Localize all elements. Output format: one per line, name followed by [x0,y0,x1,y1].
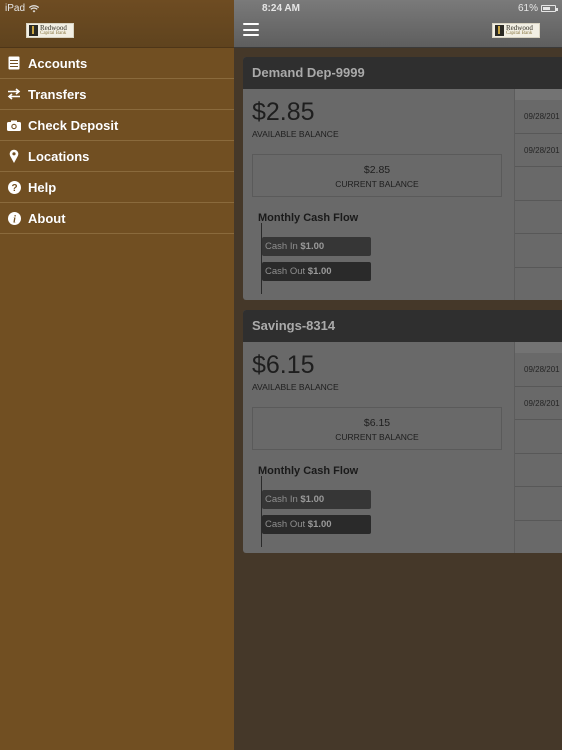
transaction-row[interactable] [515,268,562,301]
svg-text:?: ? [11,183,17,194]
transaction-row[interactable]: 09/28/201 [515,353,562,387]
sidebar: Redwood Capital Bank Accounts Transfers … [0,0,234,750]
sidebar-item-label: About [28,210,66,226]
current-balance: $2.85 [363,164,391,176]
transaction-row[interactable] [515,454,562,487]
sidebar-item-label: Transfers [28,86,87,102]
cash-flow-title: Monthly Cash Flow [258,465,359,477]
sidebar-item-label: Help [28,179,57,195]
help-icon: ? [7,180,21,194]
status-time: 8:24 AM [262,3,300,14]
bank-logo: Redwood Capital Bank [26,23,74,38]
logo-line2: Capital Bank [40,30,67,36]
cash-out-value: $1.00 [307,266,332,277]
bank-logo: Redwood Capital Bank [492,23,540,38]
account-name[interactable]: Savings-8314 [243,310,562,342]
location-pin-icon [7,149,21,163]
logo-mark-icon [495,25,504,36]
cash-flow-axis [261,476,262,547]
transactions-header [515,89,562,100]
available-balance-label: AVAILABLE BALANCE [252,382,339,392]
cash-out-label: Cash Out [265,519,306,530]
available-balance-label: AVAILABLE BALANCE [252,129,339,139]
transaction-row[interactable] [515,420,562,454]
cash-out-bar: Cash Out $1.00 [262,515,371,534]
hamburger-icon-line [243,23,259,25]
cash-out-value: $1.00 [307,519,332,530]
cash-flow-axis [261,223,262,294]
sidebar-item-help[interactable]: ? Help [0,172,234,203]
cash-in-bar: Cash In $1.00 [262,237,371,256]
transaction-row[interactable]: 09/28/201 [515,387,562,420]
hamburger-icon-line [243,28,259,31]
sidebar-menu: Accounts Transfers Check Deposit Locatio… [0,48,234,234]
camera-icon [7,118,21,132]
cash-out-bar: Cash Out $1.00 [262,262,371,281]
menu-toggle-button[interactable] [243,23,259,36]
transactions-list: 09/28/201 09/28/201 [514,89,562,300]
transaction-row[interactable] [515,201,562,234]
transaction-row[interactable]: 09/28/201 [515,100,562,134]
transaction-row[interactable] [515,521,562,554]
battery-percent: 61% [517,3,538,14]
transaction-row[interactable] [515,487,562,521]
cash-flow-title: Monthly Cash Flow [258,212,359,224]
transfers-icon [7,87,21,101]
sidebar-item-locations[interactable]: Locations [0,141,234,172]
status-right: 61% [517,3,558,14]
cash-out-label: Cash Out [265,266,306,277]
current-balance-box: $2.85 CURRENT BALANCE [252,154,502,197]
account-card[interactable]: Savings-8314 $6.15 AVAILABLE BALANCE $6.… [243,310,562,553]
main-panel: Redwood Capital Bank Demand Dep-9999 $2.… [234,0,562,750]
sidebar-item-transfers[interactable]: Transfers [0,79,234,110]
transactions-header [515,342,562,353]
sidebar-item-about[interactable]: i About [0,203,234,234]
logo-mark-icon [29,25,38,36]
cash-in-label: Cash In [265,494,298,505]
transaction-row[interactable] [515,234,562,268]
transaction-row[interactable]: 09/28/201 [515,134,562,167]
svg-text:i: i [13,214,16,225]
accounts-icon [7,56,21,70]
status-bar: iPad 8:24 AM 61% [0,0,562,16]
cash-in-value: $1.00 [300,241,325,252]
available-balance: $6.15 [252,351,315,379]
cash-in-value: $1.00 [300,494,325,505]
logo-line2: Capital Bank [506,30,533,36]
sidebar-item-label: Accounts [28,55,88,71]
battery-fill [543,7,550,10]
current-balance-box: $6.15 CURRENT BALANCE [252,407,502,450]
hamburger-icon-line [243,34,259,36]
cash-in-label: Cash In [265,241,298,252]
sidebar-item-label: Locations [28,148,90,164]
sidebar-item-label: Check Deposit [28,117,119,133]
info-icon: i [7,211,21,225]
account-body: $6.15 AVAILABLE BALANCE $6.15 CURRENT BA… [243,342,562,553]
sidebar-item-accounts[interactable]: Accounts [0,48,234,79]
transactions-list: 09/28/201 09/28/201 [514,342,562,553]
current-balance-label: CURRENT BALANCE [335,432,419,442]
account-body: $2.85 AVAILABLE BALANCE $2.85 CURRENT BA… [243,89,562,300]
account-name[interactable]: Demand Dep-9999 [243,57,562,89]
battery-icon [541,5,558,12]
available-balance: $2.85 [252,98,315,126]
current-balance: $6.15 [363,417,391,429]
sidebar-item-check-deposit[interactable]: Check Deposit [0,110,234,141]
cash-in-bar: Cash In $1.00 [262,490,371,509]
transaction-row[interactable] [515,167,562,201]
account-card[interactable]: Demand Dep-9999 $2.85 AVAILABLE BALANCE … [243,57,562,300]
current-balance-label: CURRENT BALANCE [335,179,419,189]
